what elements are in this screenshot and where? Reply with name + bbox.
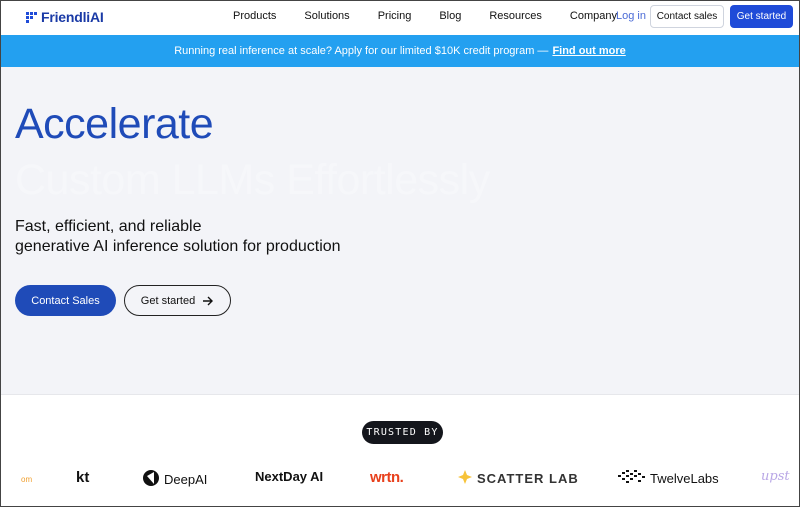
brand-logo-om: om (21, 475, 33, 484)
login-link[interactable]: Log in (616, 10, 646, 22)
logo-text: FriendliAI (41, 9, 104, 25)
twelvelabs-label: TwelveLabs (650, 471, 719, 486)
nav-link-company[interactable]: Company (570, 10, 617, 22)
top-nav: FriendliAI Products Solutions Pricing Bl… (1, 1, 799, 35)
nav-link-blog[interactable]: Blog (439, 10, 461, 22)
banner-find-out-more-link[interactable]: Find out more (552, 45, 625, 57)
brand-logo-deepai: DeepAI (142, 469, 207, 490)
banner-text: Running real inference at scale? Apply f… (174, 45, 549, 57)
hero-subtitle: Fast, efficient, and reliable generative… (15, 217, 341, 257)
section-divider (1, 394, 799, 395)
customer-logos: om kt DeepAI NextDay AI wrtn. SCATTER LA… (1, 463, 799, 493)
brand-logo-scatter-lab: SCATTER LAB (457, 469, 579, 488)
nav-links: Products Solutions Pricing Blog Resource… (233, 10, 645, 22)
nav-link-pricing[interactable]: Pricing (378, 10, 412, 22)
logo[interactable]: FriendliAI (26, 9, 104, 25)
nav-link-solutions[interactable]: Solutions (304, 10, 349, 22)
hero-get-started-button[interactable]: Get started (124, 285, 231, 316)
brand-logo-twelvelabs: TwelveLabs (618, 469, 719, 488)
hero-section: Accelerate Custom LLMs Effortlessly Fast… (1, 67, 799, 394)
hero-get-started-label: Get started (140, 294, 196, 307)
friendliai-logo-icon (26, 11, 37, 23)
brand-logo-nextday-ai: NextDay AI (255, 469, 324, 484)
hero-contact-sales-button[interactable]: Contact Sales (15, 285, 116, 316)
deepai-label: DeepAI (164, 472, 208, 487)
brand-logo-upstage: upst (761, 469, 790, 484)
promo-banner: Running real inference at scale? Apply f… (1, 35, 799, 67)
hero-title-animated-line: Custom LLMs Effortlessly (15, 156, 490, 204)
browser-viewport: FriendliAI Products Solutions Pricing Bl… (0, 0, 800, 507)
arrow-right-icon (203, 296, 214, 306)
scatter-lab-icon (457, 469, 473, 488)
scatter-lab-label: SCATTER LAB (477, 471, 579, 486)
twelvelabs-icon (618, 469, 646, 488)
get-started-button[interactable]: Get started (730, 5, 793, 28)
nav-link-products[interactable]: Products (233, 10, 276, 22)
hero-subtitle-line2: generative AI inference solution for pro… (15, 238, 341, 255)
hero-title: Accelerate (15, 100, 214, 148)
nav-link-resources[interactable]: Resources (489, 10, 542, 22)
contact-sales-button[interactable]: Contact sales (650, 5, 724, 28)
hero-subtitle-line1: Fast, efficient, and reliable (15, 218, 202, 235)
deepai-icon (142, 469, 160, 490)
trusted-by-badge: TRUSTED BY (362, 421, 443, 444)
brand-logo-kt: kt (76, 469, 90, 486)
brand-logo-wrtn: wrtn. (370, 469, 404, 486)
